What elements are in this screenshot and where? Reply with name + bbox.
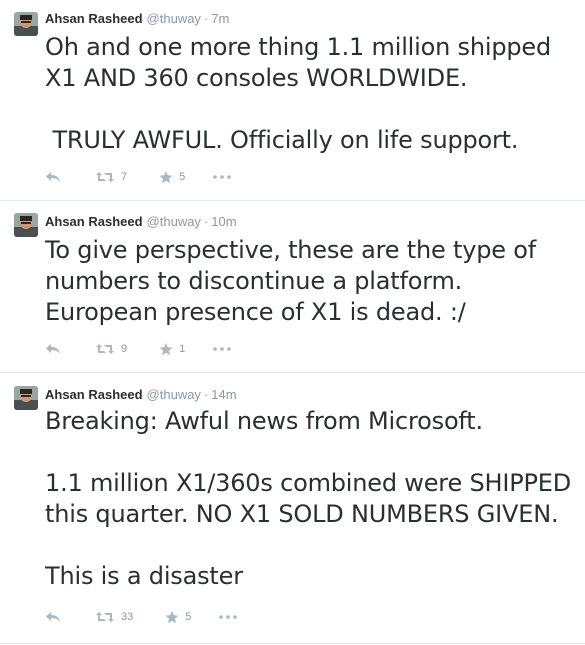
user-handle[interactable]: @thuway — [147, 387, 201, 402]
separator: · — [203, 11, 209, 26]
more-button[interactable] — [219, 615, 238, 619]
tweet-actions: 7 5 — [45, 168, 232, 186]
retweet-button[interactable]: 33 — [95, 611, 133, 623]
tweet-text: Oh and one more thing 1.1 million shippe… — [45, 33, 551, 154]
more-icon — [213, 175, 232, 179]
tweet-actions: 9 1 — [45, 340, 232, 358]
retweet-icon — [96, 172, 114, 182]
retweet-count: 33 — [121, 611, 134, 623]
user-name[interactable]: Ahsan Rasheed — [45, 387, 143, 402]
tweet-header: Ahsan Rasheed @thuway · 7m — [45, 10, 229, 28]
avatar[interactable] — [14, 12, 38, 36]
reply-icon — [46, 612, 60, 622]
favorite-count: 5 — [179, 171, 186, 183]
reply-button[interactable] — [45, 611, 65, 623]
star-icon — [159, 342, 173, 355]
separator: · — [203, 387, 209, 402]
retweet-icon — [96, 612, 114, 622]
retweet-icon — [96, 344, 114, 354]
tweet[interactable]: Ahsan Rasheed @thuway · 7m Oh and one more … — [0, 0, 585, 201]
star-icon — [165, 610, 179, 623]
user-name[interactable]: Ahsan Rasheed — [45, 11, 143, 26]
separator: · — [203, 214, 209, 229]
reply-button[interactable] — [45, 171, 65, 183]
tweet-text: To give perspective, these are the type … — [45, 236, 536, 326]
retweet-button[interactable]: 9 — [95, 343, 127, 355]
user-name[interactable]: Ahsan Rasheed — [45, 214, 143, 229]
timestamp[interactable]: 14m — [211, 387, 236, 402]
retweet-count: 7 — [121, 171, 128, 183]
tweet[interactable]: Ahsan Rasheed @thuway · 14m Breaking: Awful… — [0, 373, 585, 644]
avatar[interactable] — [14, 386, 38, 410]
retweet-button[interactable]: 7 — [95, 171, 127, 183]
favorite-button[interactable]: 5 — [165, 610, 192, 624]
reply-icon — [46, 344, 60, 354]
user-handle[interactable]: @thuway — [147, 11, 201, 26]
tweet-text: Breaking: Awful news from Microsoft. 1.1… — [45, 407, 571, 590]
tweet-header: Ahsan Rasheed @thuway · 14m — [45, 386, 237, 404]
retweet-count: 9 — [121, 343, 128, 355]
avatar[interactable] — [14, 213, 38, 237]
favorite-button[interactable]: 5 — [159, 170, 186, 184]
tweet[interactable]: Ahsan Rasheed @thuway · 10m To give perspec… — [0, 201, 585, 373]
reply-button[interactable] — [45, 343, 65, 355]
favorite-count: 1 — [179, 343, 186, 355]
more-button[interactable] — [213, 175, 232, 179]
user-handle[interactable]: @thuway — [147, 214, 201, 229]
timestamp[interactable]: 10m — [211, 214, 236, 229]
more-icon — [213, 347, 232, 351]
avatar-image — [14, 213, 38, 237]
favorite-count: 5 — [185, 611, 192, 623]
star-icon — [159, 170, 173, 183]
favorite-button[interactable]: 1 — [159, 342, 186, 356]
reply-icon — [46, 172, 60, 182]
tweet-header: Ahsan Rasheed @thuway · 10m — [45, 213, 237, 231]
avatar-image — [14, 12, 38, 36]
more-button[interactable] — [213, 347, 232, 351]
avatar-image — [14, 386, 38, 410]
more-icon — [219, 615, 238, 619]
tweet-actions: 33 5 — [45, 608, 238, 626]
timestamp[interactable]: 7m — [211, 11, 229, 26]
